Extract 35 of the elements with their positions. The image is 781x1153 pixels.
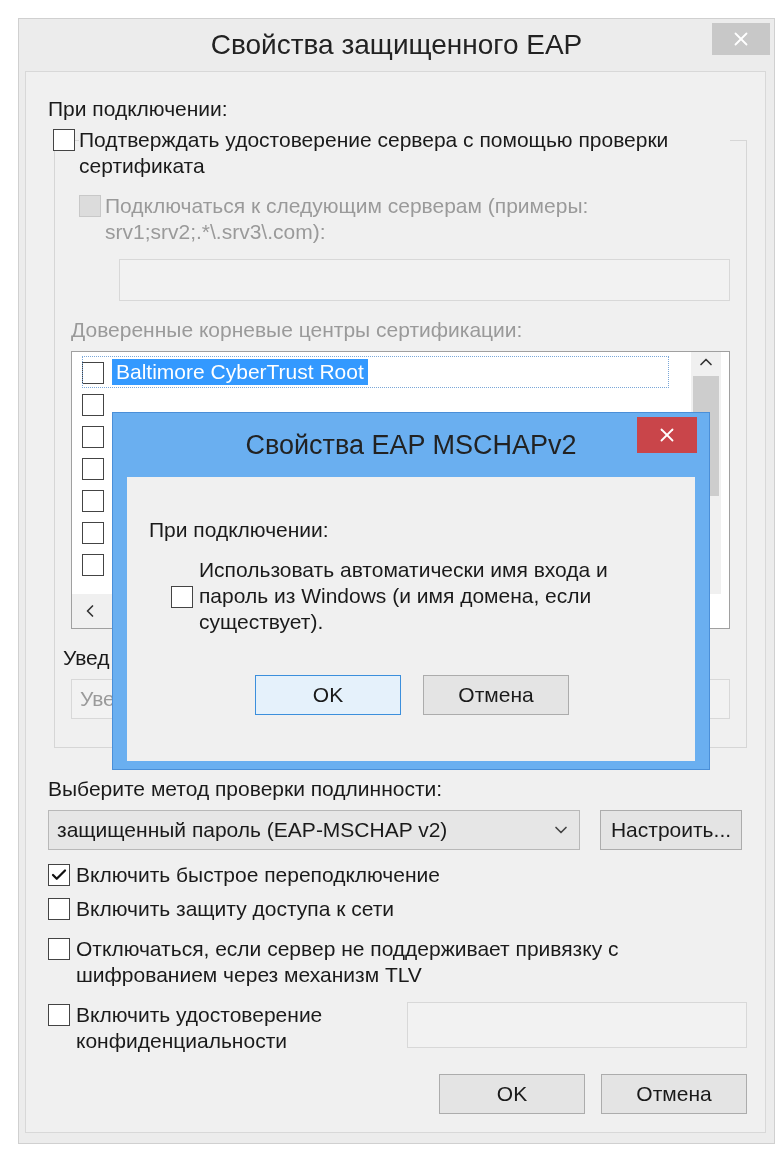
modal-title: Свойства EAP MSCHAPv2 — [245, 429, 577, 461]
notifications-label: Увед — [63, 645, 110, 671]
checkbox[interactable] — [82, 554, 104, 576]
checkbox[interactable] — [53, 129, 75, 151]
checkbox[interactable] — [82, 522, 104, 544]
checkbox[interactable] — [82, 426, 104, 448]
checkbox[interactable] — [48, 864, 70, 886]
checkbox[interactable] — [48, 898, 70, 920]
configure-button[interactable]: Настроить... — [600, 810, 742, 850]
close-button[interactable] — [637, 417, 697, 453]
cancel-button[interactable]: Отмена — [423, 675, 569, 715]
checkbox[interactable] — [82, 394, 104, 416]
cancel-button[interactable]: Отмена — [601, 1074, 747, 1114]
checkbox-label: Включить защиту доступа к сети — [76, 896, 395, 922]
checkbox-label: Отключаться, если сервер не поддерживает привязку с шифрованием через механизм TLV — [76, 936, 620, 988]
auth-method-label: Выберите метод проверки подлинности: — [48, 776, 443, 802]
window-title: Свойства защищенного EAP — [210, 29, 583, 61]
ok-button[interactable]: OK — [255, 675, 401, 715]
checkbox-label: Включить удостоверение конфиденциальности — [76, 1002, 324, 1054]
servers-field[interactable] — [119, 259, 730, 301]
checkbox[interactable] — [48, 938, 70, 960]
checkbox[interactable] — [48, 1004, 70, 1026]
section-label: При подключении: — [48, 96, 228, 122]
auth-method-dropdown[interactable]: защищенный пароль (EAP-MSCHAP v2) — [48, 810, 580, 850]
checkbox[interactable] — [171, 586, 193, 608]
checkbox[interactable] — [82, 458, 104, 480]
list-label: Доверенные корневые центры сертификации: — [71, 317, 523, 343]
section-label: При подключении: — [149, 517, 329, 543]
checkbox-label: Подключаться к следующим серверам (примеры: srv1;srv2;.*\.srv3\.com): — [105, 193, 590, 245]
ok-button[interactable]: OK — [439, 1074, 585, 1114]
identity-field[interactable] — [407, 1002, 747, 1048]
checkbox-label: Использовать автоматически имя входа и пароль из Windows (и имя домена, если существует). — [199, 557, 609, 635]
checkbox[interactable] — [82, 362, 104, 384]
checkbox-label: Включить быстрое переподключение — [76, 862, 440, 888]
checkbox[interactable] — [82, 490, 104, 512]
